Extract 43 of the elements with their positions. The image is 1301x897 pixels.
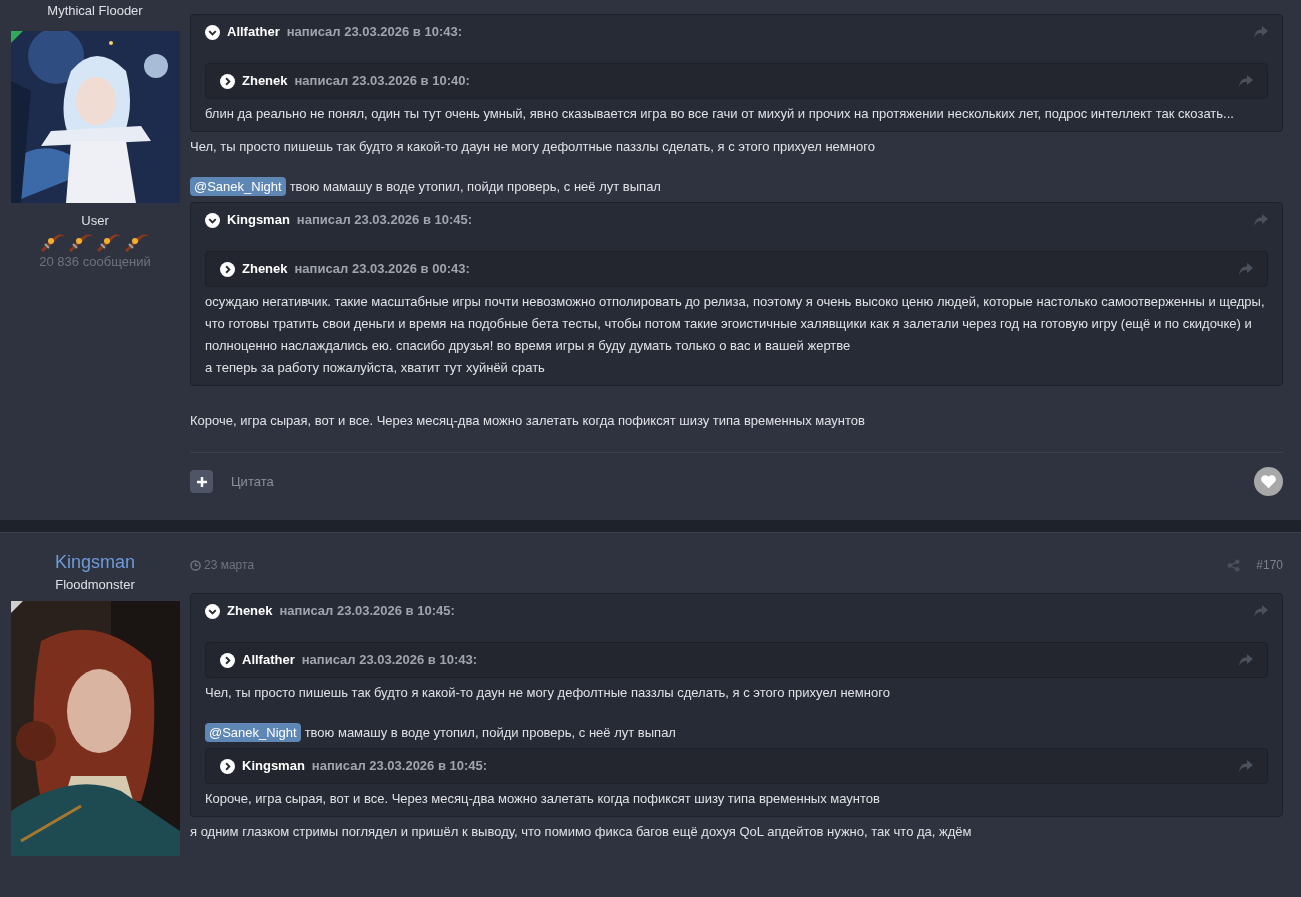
post-text: Короче, игра сырая, вот и все. Через месяц-два можно залетать когда пофиксят шизу типа временных маунтов: [190, 412, 866, 430]
quote-meta: написал 23.03.2026 в 10:45:: [311, 757, 488, 776]
quote-meta: написал 23.03.2026 в 10:43:: [286, 23, 462, 42]
quote-author[interactable]: Zhenek: [227, 601, 273, 621]
post-text: @Sanek_Night твою мамашу в воде утопил, пойди проверь, с неё лут выпал: [205, 722, 1268, 744]
heart-icon: [1260, 474, 1277, 489]
clock-icon: [190, 559, 201, 571]
post-text: Короче, игра сырая, вот и все. Через месяц-два можно залетать когда пофиксят шизу типа временных маунтов: [205, 790, 881, 808]
user-title: Mythical Flooder: [47, 2, 143, 20]
like-button[interactable]: [1254, 467, 1283, 496]
quote-author[interactable]: Zhenek: [242, 259, 288, 279]
quote-author[interactable]: Allfather: [242, 650, 295, 670]
chevron-down-icon[interactable]: [205, 212, 220, 228]
chevron-right-icon[interactable]: [220, 261, 235, 277]
post-text: Чел, ты просто пишешь так будто я какой-то даун не могу дефолтные паззлы сделать, я с этого прихуел немного: [205, 684, 891, 702]
quote-meta: написал 23.03.2026 в 10:40:: [294, 72, 470, 91]
chevron-right-icon[interactable]: [220, 652, 235, 668]
post-text: я одним глазком стримы поглядел и пришёл к выводу, что помимо фикса багов ещё дохуя QoL апдейтов нужно, так что да, ждём: [190, 823, 973, 841]
quote-author[interactable]: Kingsman: [242, 756, 305, 776]
quote-meta: написал 23.03.2026 в 10:45:: [296, 211, 473, 230]
quote-author[interactable]: Zhenek: [242, 71, 288, 91]
chevron-right-icon[interactable]: [220, 73, 235, 89]
mention-link[interactable]: @Sanek_Night: [205, 723, 301, 742]
chevron-down-icon[interactable]: [205, 603, 220, 619]
username-link[interactable]: Kingsman: [54, 551, 135, 573]
quote-link[interactable]: Цитата: [231, 471, 274, 492]
quote-meta: написал 23.03.2026 в 10:45:: [279, 602, 455, 621]
chevron-right-icon[interactable]: [220, 758, 235, 774]
user-title: Floodmonster: [55, 576, 135, 594]
quote-meta: написал 23.03.2026 в 10:43:: [301, 651, 477, 670]
message-count: 20 836 сообщений: [39, 252, 151, 271]
add-button[interactable]: [190, 470, 213, 493]
quote-author[interactable]: Kingsman: [227, 210, 290, 230]
quote-author[interactable]: Allfather: [227, 22, 280, 42]
post-text: Чел, ты просто пишешь так будто я какой-то даун не могу дефолтные паззлы сделать, я с этого прихуел немного: [190, 138, 876, 156]
user-group: User: [81, 211, 109, 231]
mention-link[interactable]: @Sanek_Night: [190, 177, 286, 196]
post-text: осуждаю негативчик. такие масштабные игры почти невозможно отполировать до релиза, поэтому я очень высоко ценю людей, которые настолько самоотверженны и щедры, что готовы тратить свои деньги и время на подобные бета тесты, чтобы потом такие эгоистичные халявщики как я залетали через год на готовую игру (ещё и по скидочке) и полноценно наслаждались ею. спасибо друзья! во время игры я буду думать только о вас и вашей жертве а теперь за работу пожалуйста, хватит тут хуйнёй срать: [205, 293, 1266, 377]
chevron-down-icon[interactable]: [205, 24, 220, 40]
quote-meta: написал 23.03.2026 в 00:43:: [294, 260, 470, 279]
post-text: @Sanek_Night твою мамашу в воде утопил, пойди проверь, с неё лут выпал: [190, 176, 1283, 198]
plus-icon: [196, 476, 207, 487]
post-text: блин да реально не понял, один ты тут очень умный, явно сказывается игра во все гачи от михуй и прочих на протяжении нескольких лет, подрос интеллект так скозать...: [205, 105, 1235, 123]
